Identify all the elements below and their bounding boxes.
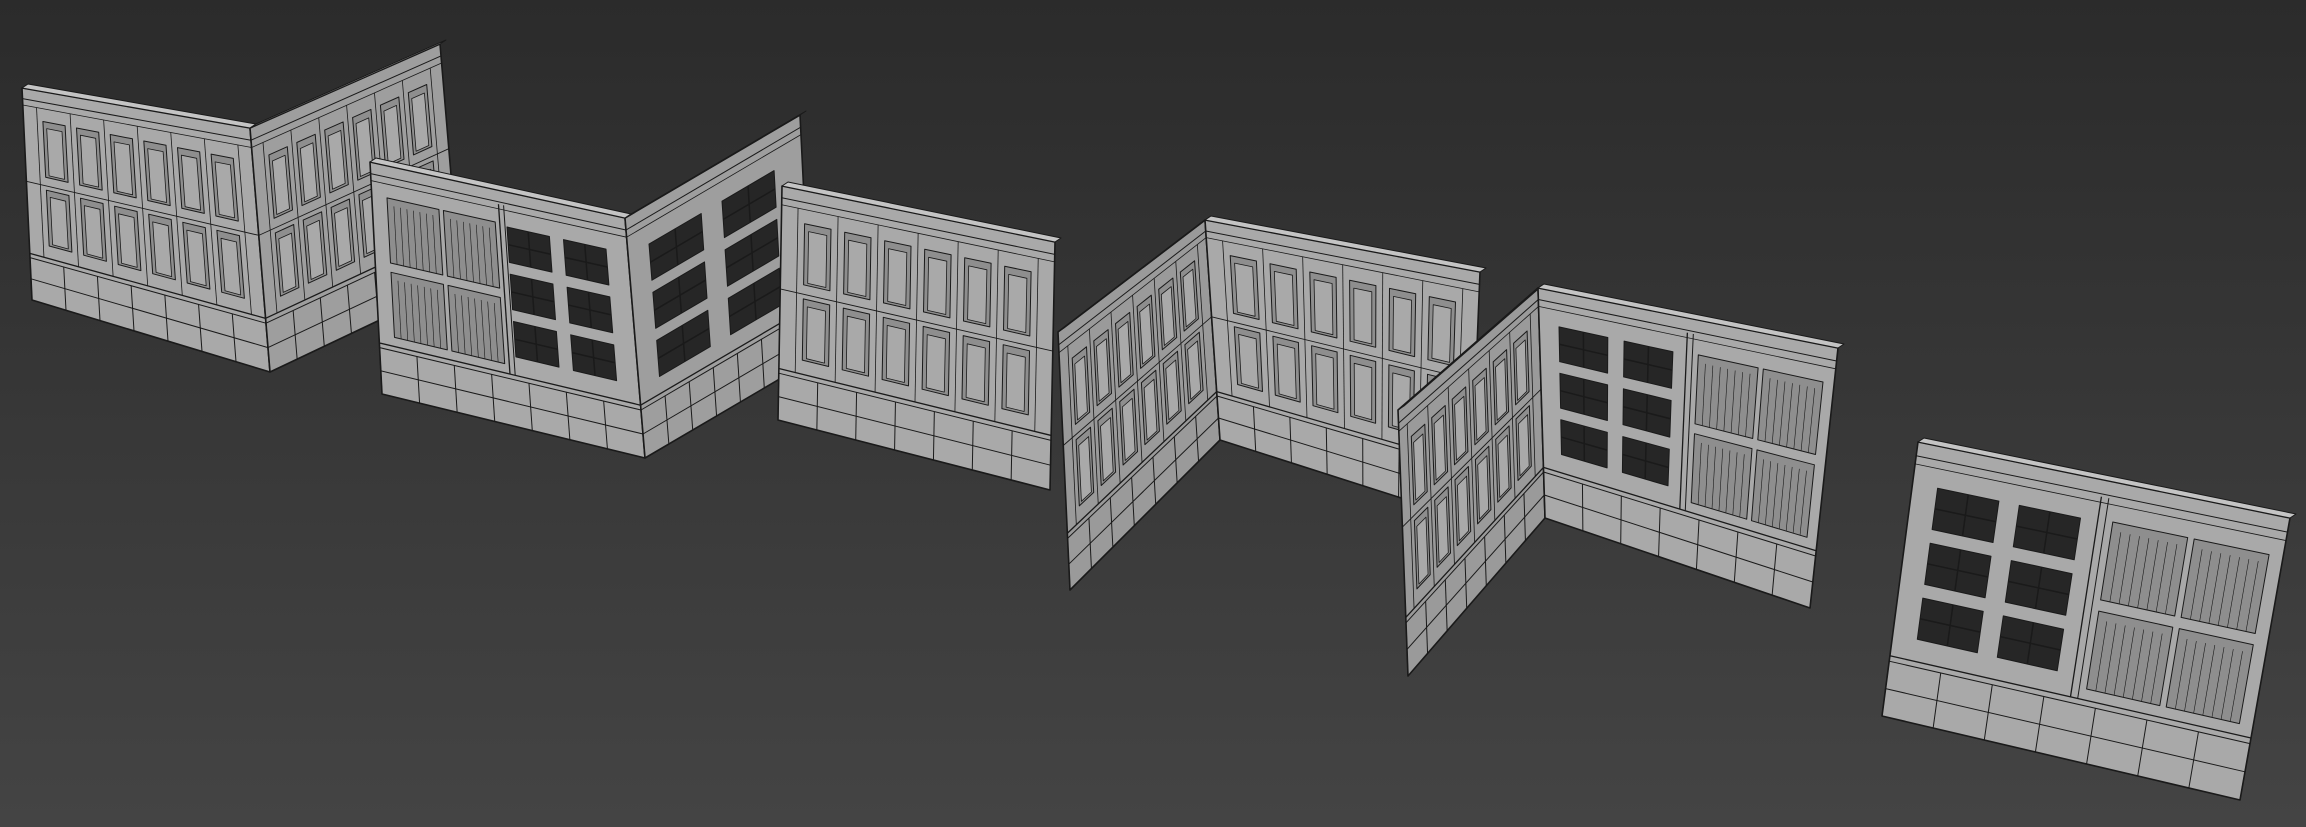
arch-window-inset: [1497, 434, 1510, 498]
3d-viewport[interactable]: [0, 0, 2306, 827]
arch-window-inset: [1413, 433, 1426, 501]
arch-window-inset: [1433, 414, 1446, 481]
arch-window-inset: [1495, 358, 1507, 421]
wall-modules: [21, 39, 2297, 801]
arch-window-inset: [1515, 339, 1528, 401]
arch-window-inset: [807, 231, 828, 288]
arch-window-inset: [1436, 496, 1449, 563]
arch-window-inset: [1315, 353, 1335, 410]
wall-face: [1881, 441, 2291, 801]
arch-window-inset: [885, 324, 906, 383]
arch-window-inset: [806, 306, 826, 364]
arch-window-inset: [1454, 395, 1467, 461]
arch-window-inset: [147, 148, 168, 203]
arch-window-inset: [925, 334, 946, 393]
arch-window-inset: [83, 205, 104, 259]
arch-window-inset: [927, 256, 948, 315]
arch-window-inset: [1416, 516, 1429, 585]
arch-window-inset: [1431, 304, 1452, 363]
arch-window-inset: [1517, 414, 1530, 477]
wall-face: [21, 87, 271, 373]
wall-face: [369, 161, 646, 459]
wireframe-scene: [21, 39, 2297, 801]
arch-window-inset: [1353, 362, 1373, 421]
arch-window-inset: [1273, 270, 1295, 326]
arch-window-inset: [847, 239, 868, 297]
wall-module-3: [777, 181, 1062, 491]
arch-window-inset: [1392, 295, 1412, 354]
arch-window-inset: [887, 248, 908, 306]
arch-window-inset: [1313, 279, 1334, 336]
wall-module-6: [1881, 437, 2297, 801]
arch-window-inset: [1353, 287, 1373, 345]
arch-window-inset: [49, 196, 69, 250]
arch-window-inset: [1276, 343, 1297, 400]
wire-edge: [1620, 495, 1622, 544]
arch-window-inset: [80, 134, 99, 188]
arch-window-inset: [1005, 352, 1026, 412]
arch-window-inset: [1477, 455, 1490, 520]
arch-window-inset: [845, 315, 866, 374]
arch-window-inset: [967, 265, 988, 325]
wall-face: [1057, 219, 1221, 591]
arch-window-inset: [1238, 333, 1259, 389]
arch-window-inset: [1234, 262, 1256, 317]
arch-window-inset: [152, 221, 173, 278]
arch-window-inset: [1474, 377, 1487, 441]
arch-window-inset: [118, 213, 138, 268]
arch-window-inset: [1457, 475, 1469, 542]
arch-window-inset: [46, 128, 65, 180]
arch-window-inset: [965, 343, 986, 403]
arch-window-inset: [113, 141, 134, 196]
arch-window-inset: [1007, 273, 1028, 334]
